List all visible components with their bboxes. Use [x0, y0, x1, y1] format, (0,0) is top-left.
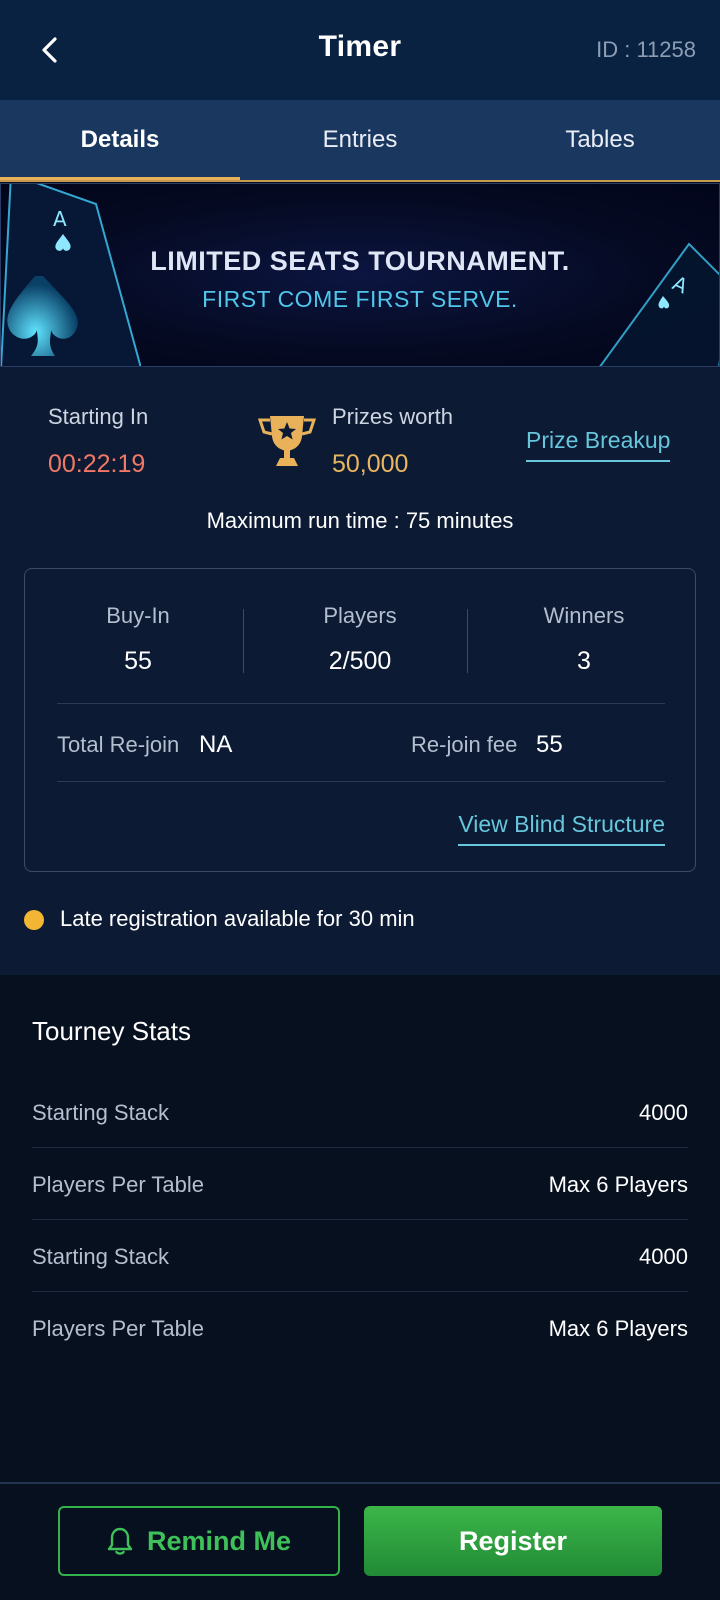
tournament-id: ID : 11258: [596, 37, 696, 62]
stat-key: Starting Stack: [32, 1244, 169, 1269]
max-runtime-text: Maximum run time : 75 minutes: [206, 508, 514, 533]
stat-key: Starting Stack: [32, 1100, 169, 1125]
register-button[interactable]: Register: [364, 1506, 662, 1576]
stat-value: 4000: [639, 1100, 688, 1125]
divider: [57, 703, 665, 704]
svg-text:A: A: [53, 207, 67, 231]
divider: [467, 609, 468, 673]
rejoin-fee-value: 55: [536, 731, 563, 758]
remind-me-label: Remind Me: [146, 1525, 292, 1556]
prizes-worth-label: Prizes worth: [332, 404, 454, 429]
tourney-stats-title: Tourney Stats: [32, 1016, 191, 1046]
stat-value: Max 6 Players: [548, 1172, 688, 1197]
tournament-info-card: Buy-In 55 Players 2/500 Winners 3 Total …: [24, 568, 696, 872]
stat-key: Players Per Table: [32, 1316, 205, 1341]
buyin-value: 55: [124, 647, 152, 675]
divider: [57, 781, 665, 782]
stat-row: Starting Stack 4000: [32, 1076, 688, 1148]
rejoin-fee-label: Re-join fee: [411, 732, 518, 757]
tab-divider: [0, 180, 720, 182]
buyin-stat: Buy-In 55: [25, 603, 251, 676]
buyin-label: Buy-In: [106, 603, 170, 628]
app-header: Timer ID : 11258: [0, 0, 720, 100]
tab-bar: Details Entries Tables: [0, 100, 720, 182]
register-label: Register: [458, 1525, 568, 1556]
divider: [243, 609, 244, 673]
banner-headline: LIMITED SEATS TOURNAMENT.: [150, 246, 570, 276]
banner-subline: FIRST COME FIRST SERVE.: [202, 286, 518, 312]
tab-details[interactable]: Details: [0, 100, 240, 182]
stat-value: 4000: [639, 1244, 688, 1269]
footer-divider: [0, 1482, 720, 1484]
trophy-icon: [257, 416, 317, 466]
stat-row: Starting Stack 4000: [32, 1220, 688, 1292]
stat-row: Players Per Table Max 6 Players: [32, 1148, 688, 1220]
total-rejoin-value: NA: [199, 731, 233, 758]
stat-row: Players Per Table Max 6 Players: [32, 1292, 688, 1364]
tab-tables[interactable]: Tables: [480, 100, 720, 182]
promo-banner: A A LIMITED SEATS TOURNAMENT. FIRST COME…: [0, 183, 720, 367]
winners-label: Winners: [543, 603, 625, 628]
players-value: 2/500: [328, 647, 392, 675]
stat-key: Players Per Table: [32, 1172, 205, 1197]
players-label: Players: [323, 603, 397, 628]
view-blind-structure-link[interactable]: View Blind Structure: [458, 811, 665, 846]
prizes-worth-value: 50,000: [332, 450, 409, 478]
starting-in-label: Starting In: [48, 404, 149, 429]
players-stat: Players 2/500: [247, 603, 473, 676]
countdown-timer: 00:22:19: [48, 450, 146, 478]
total-rejoin-label: Total Re-join: [57, 732, 180, 757]
prize-breakup-link[interactable]: Prize Breakup: [526, 427, 671, 462]
winners-value: 3: [577, 647, 591, 675]
stat-value: Max 6 Players: [548, 1316, 688, 1341]
tab-entries[interactable]: Entries: [240, 100, 480, 182]
winners-stat: Winners 3: [471, 603, 697, 676]
bell-icon: [107, 1527, 133, 1555]
remind-me-button[interactable]: Remind Me: [58, 1506, 340, 1576]
status-dot: [24, 910, 44, 930]
late-registration-text: Late registration available for 30 min: [60, 906, 415, 931]
